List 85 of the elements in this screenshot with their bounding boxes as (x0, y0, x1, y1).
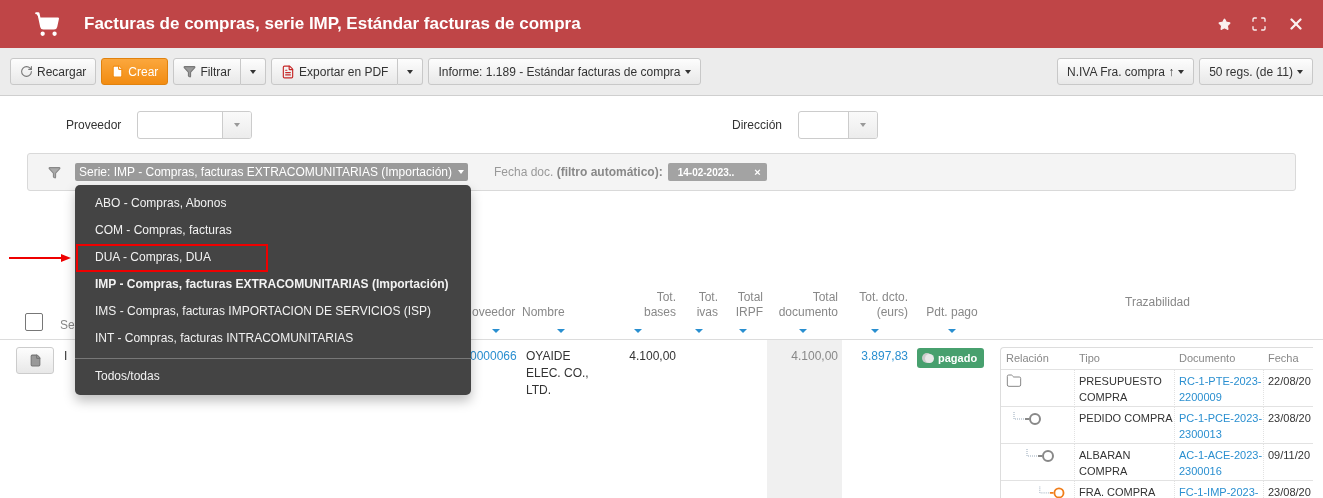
close-icon[interactable] (1287, 15, 1305, 33)
select-field[interactable] (798, 110, 878, 139)
serie-cell: I (64, 349, 68, 363)
caret-icon (407, 69, 414, 74)
column-header: Se (60, 318, 75, 333)
sort-caret-icon[interactable] (695, 329, 703, 333)
column-header: Total IRPF (735, 290, 763, 320)
menu-item[interactable]: IMS - Compras, facturas IMPORTACION DE SERVICIOS (ISP) (75, 298, 471, 325)
column-header: Tot. bases (643, 290, 676, 320)
document-link[interactable]: RC-1-PTE-2023-2200009 (1179, 373, 1263, 405)
trace-type: PRESUPUESTO COMPRA (1079, 374, 1163, 405)
sort-caret-icon[interactable] (871, 329, 879, 333)
menu-item[interactable]: DUA - Compras, DUA (75, 244, 471, 271)
menu-item[interactable]: COM - Compras, facturas (75, 217, 471, 244)
cart-icon (34, 11, 60, 37)
trace-column-header: Fecha (1263, 348, 1313, 370)
coins-icon (921, 351, 935, 365)
caret-icon (1297, 69, 1303, 74)
trace-column-header: Relación (1001, 348, 1074, 370)
sort-caret-icon[interactable] (557, 329, 565, 333)
document-link[interactable]: PC-1-PCE-2023-2300013 (1179, 410, 1263, 442)
pdf-file-icon (281, 64, 296, 79)
trace-type: PEDIDO COMPRA (1079, 411, 1174, 426)
caret-icon (234, 122, 241, 127)
column-header: Trazabilidad (1125, 295, 1190, 310)
annotation-arrow (9, 254, 71, 262)
table-cell: 4.100,00 (791, 349, 838, 363)
date-filter-chip: 14-02-2023.. × (667, 163, 767, 181)
trace-type: ALBARAN COMPRA (1079, 448, 1132, 479)
reload-button[interactable]: Recargar (10, 58, 97, 85)
column-header: Tot. ivas (696, 290, 718, 320)
caret-icon (458, 170, 464, 174)
document-button[interactable] (16, 347, 54, 374)
field-label: Proveedor (66, 117, 122, 132)
trace-column-header: Documento (1174, 348, 1263, 370)
trace-date: 22/08/20 (1268, 374, 1312, 389)
table-cell: 4.100,00 (629, 349, 676, 363)
document-link[interactable]: FC-1-IMP-2023- (1179, 484, 1263, 498)
star-icon[interactable] (1218, 17, 1231, 31)
menu-item[interactable]: INT - Compras, facturas INTRACOMUNITARIAS (75, 325, 471, 352)
column-header: Total documento (778, 290, 838, 320)
trace-type: FRA. COMPRA (1079, 485, 1157, 498)
filter-icon (48, 165, 61, 179)
window-title: Facturas de compras, serie IMP, Estándar facturas de compra (84, 14, 582, 34)
trace-date: 23/08/20 (1268, 485, 1312, 498)
sort-caret-icon[interactable] (798, 329, 807, 333)
menu-item[interactable]: ABO - Compras, Abonos (75, 190, 471, 217)
sort-caret-icon[interactable] (738, 329, 747, 333)
supplier-name: OYAIDE ELEC. CO., LTD. (526, 348, 590, 399)
sort-caret-icon[interactable] (492, 329, 500, 333)
refresh-icon (20, 65, 33, 78)
trace-column-header: Tipo (1074, 348, 1174, 370)
export-button[interactable]: Exportar en PDF (271, 58, 399, 85)
trace-date: 09/11/20 (1268, 448, 1311, 463)
caret-icon (250, 69, 257, 74)
select-field[interactable] (137, 110, 253, 139)
filter-icon (183, 65, 197, 78)
supplier-link[interactable]: 0000066 (470, 349, 517, 363)
menu-item[interactable]: Todos/todas (75, 363, 471, 390)
column-header: oveedor (472, 305, 516, 320)
fullscreen-icon[interactable] (1251, 16, 1267, 32)
document-link[interactable]: AC-1-ACE-2023-2300016 (1179, 447, 1263, 479)
date-filter-label: Fecha doc. (filtro automático): (494, 165, 663, 179)
select-all-checkbox[interactable] (25, 313, 43, 331)
page-size-button[interactable]: 50 regs. (de 11) (1199, 58, 1313, 85)
document-icon (111, 65, 125, 78)
column-header: Pdt. pago (926, 305, 978, 320)
paid-status-badge: pagado (917, 348, 985, 368)
caret-icon (684, 69, 691, 74)
filter-button[interactable]: Filtrar (173, 58, 242, 85)
menu-item[interactable]: IMP - Compras, facturas EXTRACOMUNITARIAS (Importación) (75, 271, 471, 298)
caret-icon (860, 122, 866, 127)
dropdown-toggle[interactable] (241, 58, 267, 85)
sort-caret-icon[interactable] (948, 329, 956, 333)
report-button[interactable]: Informe: 1.189 - Estándar facturas de compra (428, 58, 701, 85)
column-header: Tot. dcto. (eurs) (859, 290, 908, 320)
caret-icon (1178, 69, 1185, 74)
dropdown-toggle[interactable] (398, 58, 424, 85)
trace-date: 23/08/20 (1268, 411, 1312, 426)
field-label: Dirección (732, 117, 782, 132)
amount-link[interactable]: 3.897,83 (861, 349, 908, 363)
document-icon (28, 354, 42, 367)
sort-caret-icon[interactable] (634, 329, 642, 333)
column-header: Nombre (522, 305, 565, 320)
sort-button[interactable]: N.IVA Fra. compra ↑ (1057, 58, 1195, 85)
